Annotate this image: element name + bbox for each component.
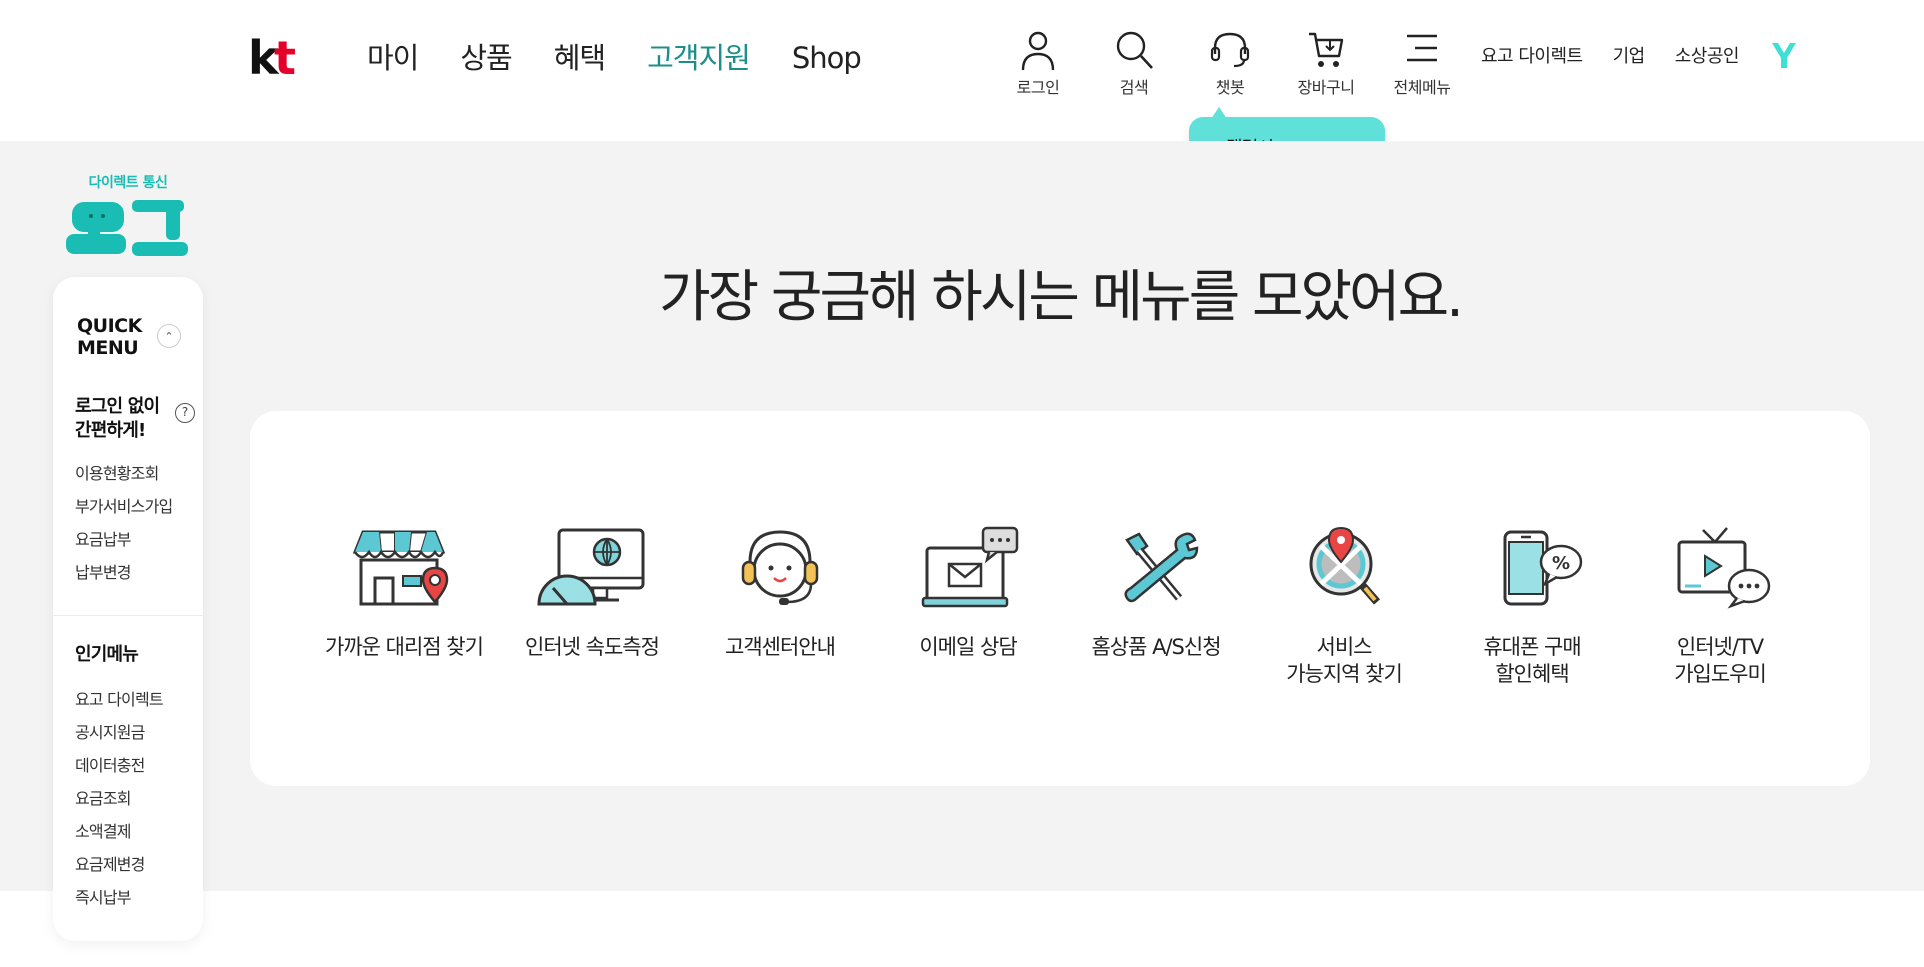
quick-menu: QUICK MENU ⌃ 로그인 없이 간편하게! ? 이용현황조회 부가서비스… xyxy=(53,277,203,941)
cart-button[interactable]: 장바구니 xyxy=(1278,28,1374,98)
frequent-menu-card: 가까운 대리점 찾기 인터넷 속도측정 고객센터안내 이메일 상담 홈상품 A/… xyxy=(250,411,1870,786)
menu-item-email-consult[interactable]: 이메일 상담 xyxy=(874,526,1062,688)
menu-item-speed-test[interactable]: 인터넷 속도측정 xyxy=(498,526,686,688)
svg-text:%: % xyxy=(1552,553,1570,574)
nav-benefits[interactable]: 혜택 xyxy=(554,36,606,80)
login-button[interactable]: 로그인 xyxy=(990,28,1086,98)
kt-logo[interactable]: k t xyxy=(248,31,300,85)
popular-link[interactable]: 요금제변경 xyxy=(75,848,163,881)
chevron-up-icon: ⌃ xyxy=(164,329,174,343)
utility-menu: 로그인 검색 챗봇 장바구니 전체메뉴 xyxy=(990,28,1470,98)
yogo-badge[interactable]: 다이렉트 통신 xyxy=(66,172,190,262)
link-small-business[interactable]: 소상공인 xyxy=(1675,42,1740,68)
popular-link[interactable]: 공시지원금 xyxy=(75,716,163,749)
menu-item-label: 가까운 대리점 찾기 xyxy=(325,635,484,659)
menu-item-home-as-request[interactable]: 홈상품 A/S신청 xyxy=(1062,526,1250,688)
store-icon xyxy=(352,530,449,606)
menu-item-customer-center[interactable]: 고객센터안내 xyxy=(686,526,874,688)
svg-text:t: t xyxy=(274,34,295,80)
menu-item-label: 인터넷/TV 가입도우미 xyxy=(1674,635,1767,686)
nav-my[interactable]: 마이 xyxy=(367,36,419,80)
menu-item-label: 휴대폰 구매 할인혜택 xyxy=(1483,635,1581,686)
phone-discount-icon: % xyxy=(1503,530,1583,606)
cart-label: 장바구니 xyxy=(1297,78,1355,97)
quick-link-pay[interactable]: 요금납부 xyxy=(75,523,172,556)
quick-menu-title: QUICK MENU xyxy=(77,315,142,359)
help-icon[interactable]: ? xyxy=(175,403,195,423)
login-label: 로그인 xyxy=(1016,78,1060,97)
frequent-menu-list: 가까운 대리점 찾기 인터넷 속도측정 고객센터안내 이메일 상담 홈상품 A/… xyxy=(310,526,1814,688)
popular-list: 요고 다이렉트 공시지원금 데이터충전 요금조회 소액결제 요금제변경 즉시납부 xyxy=(75,683,164,914)
menu-item-label: 서비스 가능지역 찾기 xyxy=(1286,635,1403,686)
header: k t 마이 상품 혜택 고객지원 Shop 로그인 검색 챗봇 장바구니 전체… xyxy=(0,0,1924,141)
popular-link[interactable]: 요고 다이렉트 xyxy=(75,683,164,716)
chatbot-label: 챗봇 xyxy=(1215,78,1245,97)
menu-item-store-finder[interactable]: 가까운 대리점 찾기 xyxy=(310,526,498,688)
quick-link-usage[interactable]: 이용현황조회 xyxy=(75,457,172,490)
menu-icon xyxy=(1407,34,1437,62)
nav-customer-support[interactable]: 고객지원 xyxy=(647,36,751,80)
top-links: 요고 다이렉트 기업 소상공인 xyxy=(1481,40,1799,70)
page-headline: 가장 궁금해 하시는 메뉴를 모았어요. xyxy=(659,265,1464,330)
quick-link-payment-change[interactable]: 납부변경 xyxy=(75,556,172,589)
search-icon xyxy=(1116,31,1153,69)
login-free-heading: 로그인 없이 간편하게! xyxy=(75,396,160,441)
menu-item-service-area[interactable]: 서비스 가능지역 찾기 xyxy=(1250,526,1438,688)
tv-chat-icon xyxy=(1677,527,1771,609)
link-yogo-direct[interactable]: 요고 다이렉트 xyxy=(1481,42,1583,68)
divider xyxy=(53,615,203,616)
search-label: 검색 xyxy=(1119,78,1149,97)
menu-item-label: 인터넷 속도측정 xyxy=(525,635,660,659)
tools-icon xyxy=(1124,532,1199,603)
popular-link[interactable]: 요금조회 xyxy=(75,782,163,815)
nav-products[interactable]: 상품 xyxy=(460,36,512,80)
menu-item-internet-tv-helper[interactable]: 인터넷/TV 가입도우미 xyxy=(1626,526,1814,688)
menu-item-phone-discount[interactable]: % 휴대폰 구매 할인혜택 xyxy=(1438,526,1626,688)
headset-icon xyxy=(1210,32,1250,68)
link-business[interactable]: 기업 xyxy=(1613,42,1646,68)
support-agent-icon xyxy=(741,530,819,605)
menu-item-label: 고객센터안내 xyxy=(725,635,836,659)
popular-link[interactable]: 소액결제 xyxy=(75,815,163,848)
chatbot-button[interactable]: 챗봇 xyxy=(1182,28,1278,98)
nav-shop[interactable]: Shop xyxy=(792,36,862,80)
main-nav: 마이 상품 혜택 고객지원 Shop xyxy=(367,36,903,80)
yogo-logo-icon xyxy=(66,200,188,256)
menu-item-label: 이메일 상담 xyxy=(919,635,1017,659)
popular-link[interactable]: 즉시납부 xyxy=(75,881,163,914)
menu-item-label: 홈상품 A/S신청 xyxy=(1091,635,1221,659)
login-free-list: 이용현황조회 부가서비스가입 요금납부 납부변경 xyxy=(75,457,173,589)
quick-menu-collapse-button[interactable]: ⌃ xyxy=(157,324,181,348)
email-icon xyxy=(921,526,1019,608)
location-search-icon xyxy=(1309,526,1381,605)
popular-link[interactable]: 데이터충전 xyxy=(75,749,163,782)
speed-monitor-icon xyxy=(537,528,645,606)
popular-heading: 인기메뉴 xyxy=(75,644,139,665)
person-icon xyxy=(1021,31,1055,71)
all-menu-button[interactable]: 전체메뉴 xyxy=(1374,28,1470,98)
all-menu-label: 전체메뉴 xyxy=(1393,78,1451,97)
quick-link-addon[interactable]: 부가서비스가입 xyxy=(75,490,173,523)
cart-icon xyxy=(1309,32,1344,67)
search-button[interactable]: 검색 xyxy=(1086,28,1182,98)
y-logo-icon[interactable] xyxy=(1769,40,1799,70)
